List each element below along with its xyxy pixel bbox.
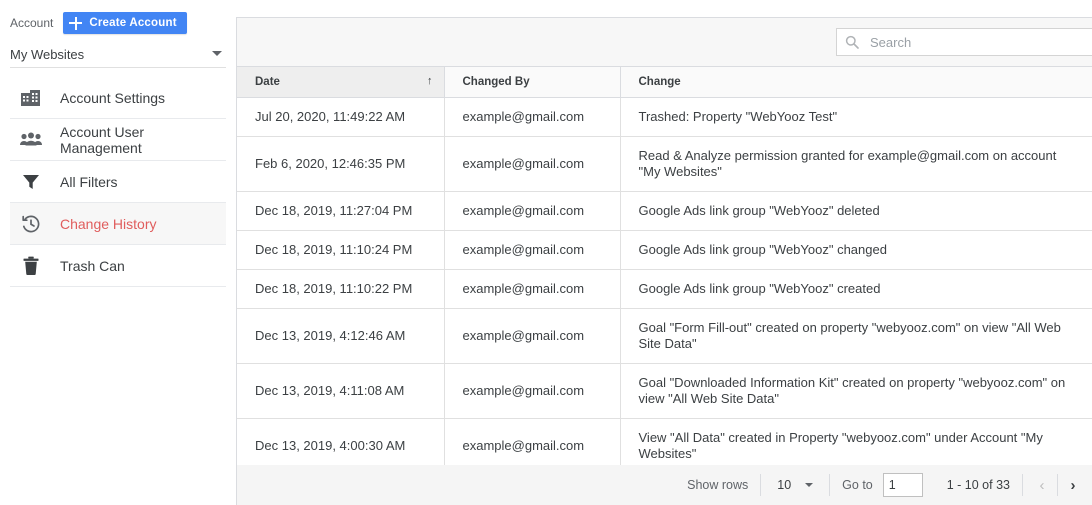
- column-header-changed-by[interactable]: Changed By: [444, 67, 621, 98]
- goto-group: Go to: [830, 465, 935, 505]
- column-header-date[interactable]: Date ↑: [237, 67, 445, 98]
- column-header-change[interactable]: Change: [620, 67, 1092, 98]
- sidebar-item-account-user-management[interactable]: Account User Management: [10, 119, 226, 161]
- cell-change: Read & Analyze permission granted for ex…: [620, 136, 1092, 192]
- cell-date: Dec 18, 2019, 11:10:22 PM: [237, 269, 445, 309]
- account-selector-value: My Websites: [10, 47, 85, 62]
- history-icon: [18, 212, 44, 236]
- sidebar-item-label: Change History: [60, 215, 157, 232]
- rows-per-page-value: 10: [777, 478, 792, 492]
- table-row[interactable]: Dec 18, 2019, 11:27:04 PM example@gmail.…: [237, 191, 1092, 231]
- building-icon: [18, 86, 44, 110]
- cell-changed-by: example@gmail.com: [444, 136, 621, 192]
- table-row[interactable]: Jul 20, 2020, 11:49:22 AM example@gmail.…: [237, 97, 1092, 137]
- table-row[interactable]: Feb 6, 2020, 12:46:35 PM example@gmail.c…: [237, 136, 1092, 192]
- table-toolbar: [237, 18, 1092, 67]
- cell-change: Trashed: Property "WebYooz Test": [620, 97, 1092, 137]
- sidebar-item-all-filters[interactable]: All Filters: [10, 161, 226, 203]
- create-account-button[interactable]: Create Account: [63, 12, 187, 34]
- create-account-button-label: Create Account: [89, 17, 177, 29]
- rows-per-page-select[interactable]: 10: [761, 465, 829, 505]
- table-row[interactable]: Dec 18, 2019, 11:10:24 PM example@gmail.…: [237, 230, 1092, 270]
- range-group: 1 - 10 of 33: [935, 465, 1022, 505]
- cell-changed-by: example@gmail.com: [444, 269, 621, 309]
- chevron-down-icon: [212, 51, 222, 56]
- cell-change: Goal "Downloaded Information Kit" create…: [620, 363, 1092, 419]
- cell-changed-by: example@gmail.com: [444, 308, 621, 364]
- rows-per-page-control[interactable]: 10: [773, 478, 817, 492]
- sidebar-item-label: All Filters: [60, 173, 118, 190]
- plus-icon: [69, 16, 83, 30]
- column-header-label: Change: [638, 75, 681, 88]
- table-header-row: Date ↑ Changed By Change: [237, 67, 1092, 98]
- account-selector[interactable]: My Websites: [10, 42, 226, 68]
- sidebar-item-change-history[interactable]: Change History: [10, 203, 226, 245]
- cell-date: Jul 20, 2020, 11:49:22 AM: [237, 97, 445, 137]
- cell-changed-by: example@gmail.com: [444, 363, 621, 419]
- table-head: Date ↑ Changed By Change: [237, 67, 1092, 98]
- previous-page-button[interactable]: ‹: [1029, 478, 1055, 493]
- cell-change: Google Ads link group "WebYooz" created: [620, 269, 1092, 309]
- cell-change: Google Ads link group "WebYooz" changed: [620, 230, 1092, 270]
- cell-date: Dec 18, 2019, 11:10:24 PM: [237, 230, 445, 270]
- next-page-button[interactable]: ›: [1060, 478, 1086, 493]
- search-input[interactable]: [868, 33, 1092, 51]
- next-page-group: ›: [1058, 465, 1092, 505]
- cell-date: Dec 18, 2019, 11:27:04 PM: [237, 191, 445, 231]
- cell-changed-by: example@gmail.com: [444, 191, 621, 231]
- sidebar: Account Create Account My Websites Accou…: [0, 0, 236, 505]
- prev-page-group: ‹: [1023, 465, 1057, 505]
- sidebar-nav: Account Settings Account User Management: [0, 77, 236, 287]
- table-body: Jul 20, 2020, 11:49:22 AM example@gmail.…: [237, 97, 1092, 505]
- cell-change: Google Ads link group "WebYooz" deleted: [620, 191, 1092, 231]
- sort-ascending-icon: ↑: [427, 75, 433, 87]
- pagination-range-text: 1 - 10 of 33: [946, 478, 1010, 492]
- search-box[interactable]: [836, 28, 1092, 56]
- change-history-page: Account Create Account My Websites Accou…: [0, 0, 1092, 505]
- change-history-table: Date ↑ Changed By Change Jul 20, 2020, 1…: [237, 67, 1092, 505]
- account-label: Account: [10, 16, 54, 30]
- chevron-down-icon: [805, 483, 814, 487]
- cell-change: Goal "Form Fill-out" created on property…: [620, 308, 1092, 364]
- account-header-row: Account Create Account: [0, 0, 236, 34]
- table-row[interactable]: Dec 13, 2019, 4:12:46 AM example@gmail.c…: [237, 308, 1092, 364]
- pagination-bar: Show rows 10 Go to 1 - 10 of 33 ‹: [237, 465, 1092, 505]
- funnel-icon: [18, 170, 44, 194]
- column-header-label: Date: [255, 75, 280, 88]
- change-history-panel: Date ↑ Changed By Change Jul 20, 2020, 1…: [236, 17, 1092, 505]
- cell-date: Dec 13, 2019, 4:11:08 AM: [237, 363, 445, 419]
- show-rows-label: Show rows: [687, 478, 749, 492]
- table-row[interactable]: Dec 13, 2019, 4:11:08 AM example@gmail.c…: [237, 363, 1092, 419]
- column-header-label: Changed By: [462, 75, 530, 88]
- cell-date: Feb 6, 2020, 12:46:35 PM: [237, 136, 445, 192]
- goto-label: Go to: [842, 478, 873, 492]
- sidebar-item-label: Account Settings: [60, 89, 166, 106]
- table-row[interactable]: Dec 18, 2019, 11:10:22 PM example@gmail.…: [237, 269, 1092, 309]
- sidebar-item-label: Trash Can: [60, 257, 125, 274]
- cell-changed-by: example@gmail.com: [444, 230, 621, 270]
- search-icon: [845, 35, 859, 49]
- sidebar-item-trash-can[interactable]: Trash Can: [10, 245, 226, 287]
- sidebar-item-label: Account User Management: [60, 123, 145, 156]
- sidebar-item-account-settings[interactable]: Account Settings: [10, 77, 226, 119]
- people-icon: [18, 128, 44, 152]
- show-rows-group: Show rows: [675, 465, 760, 505]
- goto-page-input[interactable]: [882, 473, 923, 497]
- trash-icon: [18, 254, 44, 278]
- cell-date: Dec 13, 2019, 4:12:46 AM: [237, 308, 445, 364]
- cell-changed-by: example@gmail.com: [444, 97, 621, 137]
